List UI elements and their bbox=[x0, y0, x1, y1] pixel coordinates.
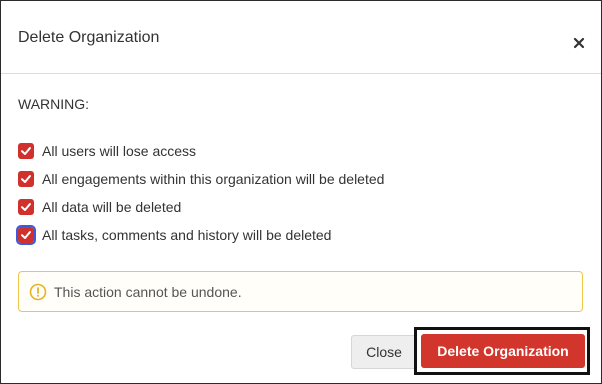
check-label: All tasks, comments and history will be … bbox=[42, 227, 332, 243]
close-icon[interactable] bbox=[573, 37, 585, 49]
delete-organization-button[interactable]: Delete Organization bbox=[421, 334, 585, 368]
undo-warning-alert: This action cannot be undone. bbox=[18, 271, 583, 312]
checkbox-engagements[interactable] bbox=[18, 171, 34, 187]
warning-checklist: All users will lose access All engagemen… bbox=[16, 137, 384, 249]
checkbox-data[interactable] bbox=[18, 199, 34, 215]
check-item-tasks: All tasks, comments and history will be … bbox=[16, 221, 384, 249]
checkmark-icon bbox=[21, 175, 31, 183]
check-item-data: All data will be deleted bbox=[18, 193, 384, 221]
checkmark-icon bbox=[21, 203, 31, 211]
dialog-title: Delete Organization bbox=[18, 29, 160, 46]
check-label: All users will lose access bbox=[42, 143, 197, 159]
checkbox-tasks[interactable] bbox=[16, 225, 36, 245]
checkmark-icon bbox=[21, 147, 31, 155]
dialog-header: Delete Organization bbox=[1, 1, 601, 74]
alert-text: This action cannot be undone. bbox=[54, 283, 242, 300]
check-item-lose-access: All users will lose access bbox=[18, 137, 384, 165]
warning-heading: WARNING: bbox=[18, 96, 90, 112]
warning-circle-icon bbox=[29, 283, 47, 301]
check-label: All data will be deleted bbox=[42, 199, 182, 215]
check-label: All engagements within this organization… bbox=[42, 171, 385, 187]
checkmark-icon bbox=[21, 231, 31, 239]
check-item-engagements: All engagements within this organization… bbox=[18, 165, 384, 193]
checkbox-lose-access[interactable] bbox=[18, 143, 34, 159]
close-button[interactable]: Close bbox=[351, 335, 417, 369]
